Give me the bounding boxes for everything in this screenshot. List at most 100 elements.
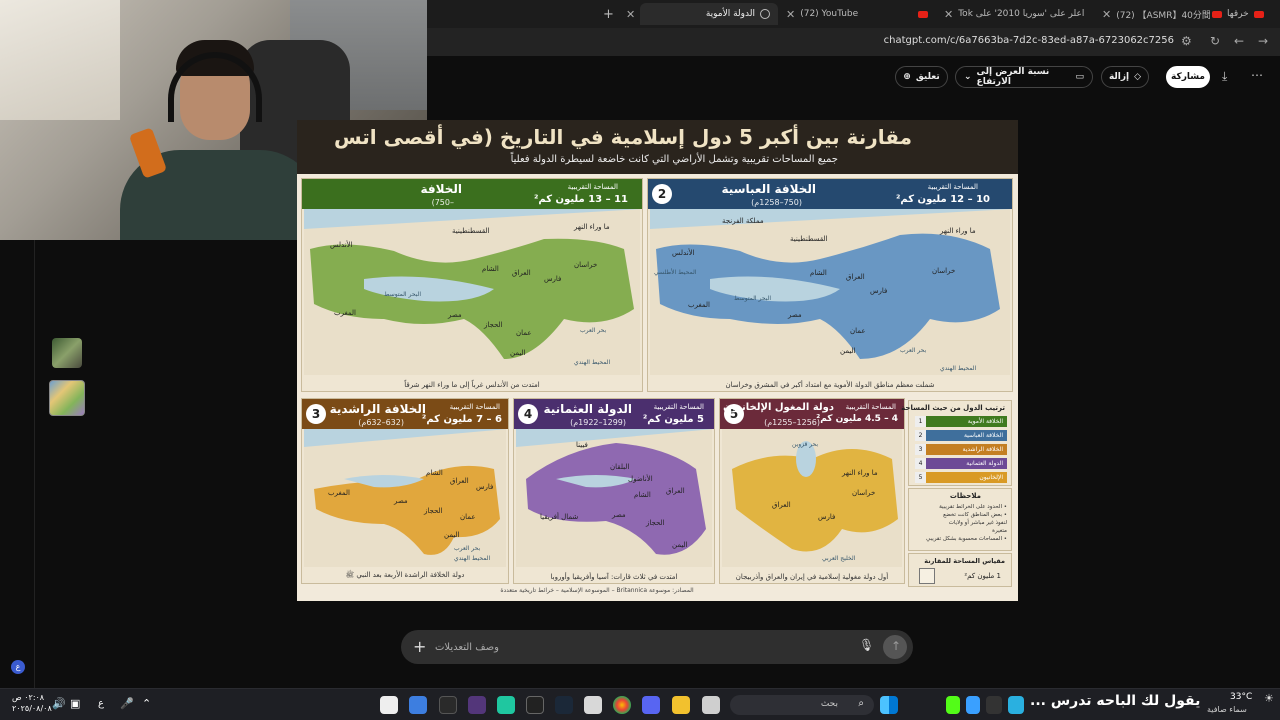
card-band: 4 الدولة العثمانية (1299–1922م) المساحة …: [514, 399, 714, 429]
app-icon[interactable]: [966, 696, 980, 714]
download-icon[interactable]: ⤓: [1222, 69, 1227, 84]
system-clock[interactable]: ٠٢:٠٨ ص ٢٠٢٥/٠٨/٠٨: [12, 692, 52, 714]
taskbar-search[interactable]: بحث ⌕: [730, 695, 874, 715]
card-band: 3 الخلافة الراشدية (632–632م) المساحة ال…: [302, 399, 508, 429]
card-band: 2 الخلافة العباسية (750–1258م) المساحة ا…: [648, 179, 1012, 209]
map-label: الأناضول: [628, 475, 653, 483]
epic-games-icon[interactable]: [526, 696, 544, 714]
map-label: خراسان: [574, 261, 598, 269]
next-app-icon[interactable]: [468, 696, 486, 714]
card-umayyad: الخلافة –750) المساحة التقريبية 11 – 13 …: [301, 178, 643, 392]
infographic-title: مقارنة بين أكبر 5 دول إسلامية في التاريخ…: [334, 125, 912, 149]
note-line: • المساحات محسوبة بشكل تقريبي: [926, 536, 1007, 542]
image-thumbnail[interactable]: [52, 338, 82, 368]
tab-title: خرقها: [1227, 9, 1249, 19]
map-ottoman: فيينا البلقان الأناضول الشام العراق مصر …: [516, 429, 712, 567]
close-tab-icon[interactable]: ✕: [786, 8, 795, 21]
app-icon[interactable]: [497, 696, 515, 714]
tab-active[interactable]: الدولة الأموية: [640, 3, 778, 25]
map-label: الشام: [810, 269, 827, 277]
notes-panel: ملاحظات • الحدود على الخرائط تقريبية • ب…: [908, 488, 1012, 551]
shield-icon[interactable]: [409, 696, 427, 714]
rank-row: 3 الخلافة الراشدية: [915, 444, 1007, 455]
chatgpt-favicon-icon: [760, 9, 770, 19]
card-caption: أول دولة مغولية إسلامية في إيران والعراق…: [735, 573, 889, 581]
news-ticker[interactable]: يقول لك الباحه تدرس ...: [1030, 693, 1200, 709]
chrome-icon[interactable]: [613, 696, 631, 714]
app-icon[interactable]: [439, 696, 457, 714]
share-button[interactable]: مشاركة: [1166, 66, 1210, 88]
close-tab-icon[interactable]: ✕: [1102, 8, 1111, 21]
card-dates: –750): [431, 198, 454, 207]
tab-tiktok[interactable]: ✕ اعلر على 'سوريا 2010' على Tok: [944, 3, 1094, 25]
kick-icon[interactable]: [946, 696, 960, 714]
map-label: خراسان: [852, 489, 876, 497]
new-tab-button[interactable]: +: [603, 3, 614, 25]
map-label: ما وراء النهر: [842, 469, 878, 477]
network-icon[interactable]: ▣: [70, 697, 80, 710]
volume-icon[interactable]: 🔊: [52, 697, 66, 710]
card-band: 5 دولة المغول الإلخانيون (1256–1255م) ال…: [720, 399, 904, 429]
map-label: المحيط الأطلسي: [654, 269, 697, 276]
map-label: بحر العرب: [454, 545, 481, 552]
plus-icon[interactable]: +: [413, 637, 426, 656]
youtube-favicon-icon: [918, 3, 934, 25]
language-indicator[interactable]: ع: [98, 698, 104, 709]
microphone-icon[interactable]: 🎤: [120, 697, 134, 710]
notes-list: • الحدود على الخرائط تقريبية • بعض المنا…: [911, 503, 1007, 543]
app-icon[interactable]: [1008, 696, 1024, 714]
map-label: العراق: [512, 269, 531, 277]
card-name: الخلافة العباسية: [721, 182, 816, 196]
tab-title: الدولة الأموية: [705, 9, 755, 19]
rank-number: 3: [915, 444, 926, 455]
map-label: البلقان: [610, 463, 630, 471]
area-label: المساحة التقريبية: [567, 183, 618, 191]
app-icon[interactable]: [986, 696, 1002, 714]
more-options-icon[interactable]: ⋯: [1251, 68, 1263, 82]
map-label: بحر قزوين: [792, 441, 819, 448]
weather-temperature[interactable]: 33°C: [1230, 692, 1252, 702]
remove-button[interactable]: إزالة ◇: [1101, 66, 1149, 88]
folder-icon[interactable]: [672, 696, 690, 714]
tab-youtube[interactable]: ✕ (72) YouTube: [786, 3, 906, 25]
chevron-up-icon[interactable]: ⌃: [142, 697, 151, 710]
steam-icon[interactable]: [555, 696, 573, 714]
edit-description-input[interactable]: [435, 639, 855, 655]
note-line: • بعض المناطق كانت تخضع: [943, 512, 1007, 518]
file-icon[interactable]: [380, 696, 398, 714]
url-text[interactable]: chatgpt.com/c/6a7663ba-7d2c-83ed-a87a-67…: [884, 35, 1174, 46]
store-icon[interactable]: [584, 696, 602, 714]
forward-icon[interactable]: →: [1258, 34, 1268, 48]
site-settings-icon[interactable]: ⚙: [1181, 34, 1192, 48]
windows-start-icon[interactable]: [880, 696, 898, 714]
comment-button[interactable]: ⊕ تعليق: [895, 66, 948, 88]
map-label: عمان: [850, 327, 866, 335]
note-line: • الحدود على الخرائط تقريبية: [939, 504, 1007, 510]
tab-title: اعلر على 'سوريا 2010' على Tok: [958, 9, 1085, 19]
close-tab-icon[interactable]: ✕: [944, 8, 953, 21]
tab-asmr[interactable]: ✕ (72) 【ASMR】40分間耐ら: [1102, 3, 1210, 25]
aspect-ratio-button[interactable]: ⌄ نسبة العرض إلى الارتفاع ▭: [955, 66, 1093, 88]
send-button[interactable]: ↑: [883, 635, 907, 659]
card-ottoman: 4 الدولة العثمانية (1299–1922م) المساحة …: [513, 398, 715, 584]
map-label: الأندلس: [672, 249, 695, 257]
discord-icon[interactable]: [642, 696, 660, 714]
weather-description[interactable]: سماء صافية: [1207, 705, 1247, 714]
app-icon[interactable]: [702, 696, 720, 714]
taskbar: ٠٢:٠٨ ص ٢٠٢٥/٠٨/٠٨ 🔊 ▣ ع 🎤 ⌃ بحث ⌕ يقول …: [0, 688, 1280, 720]
microphone-icon[interactable]: 🎙: [859, 638, 874, 652]
image-thumbnail-selected[interactable]: [49, 380, 85, 416]
card-dates: (1256–1255م): [764, 418, 820, 427]
search-label: بحث: [820, 699, 838, 709]
area-label: المساحة التقريبية: [653, 403, 704, 411]
map-label: ما وراء النهر: [940, 227, 976, 235]
back-icon[interactable]: ←: [1234, 34, 1244, 48]
weather-sun-icon[interactable]: ☀: [1264, 692, 1274, 705]
map-label: فارس: [544, 275, 562, 283]
notification-badge[interactable]: ع: [11, 660, 25, 674]
close-tab-icon[interactable]: ✕: [626, 3, 635, 25]
reload-icon[interactable]: ↻: [1210, 34, 1220, 48]
tab-other[interactable]: خرقها: [1212, 3, 1272, 25]
rank-label: الدولة العثمانية: [966, 460, 1003, 467]
map-label: اليمن: [840, 347, 856, 355]
